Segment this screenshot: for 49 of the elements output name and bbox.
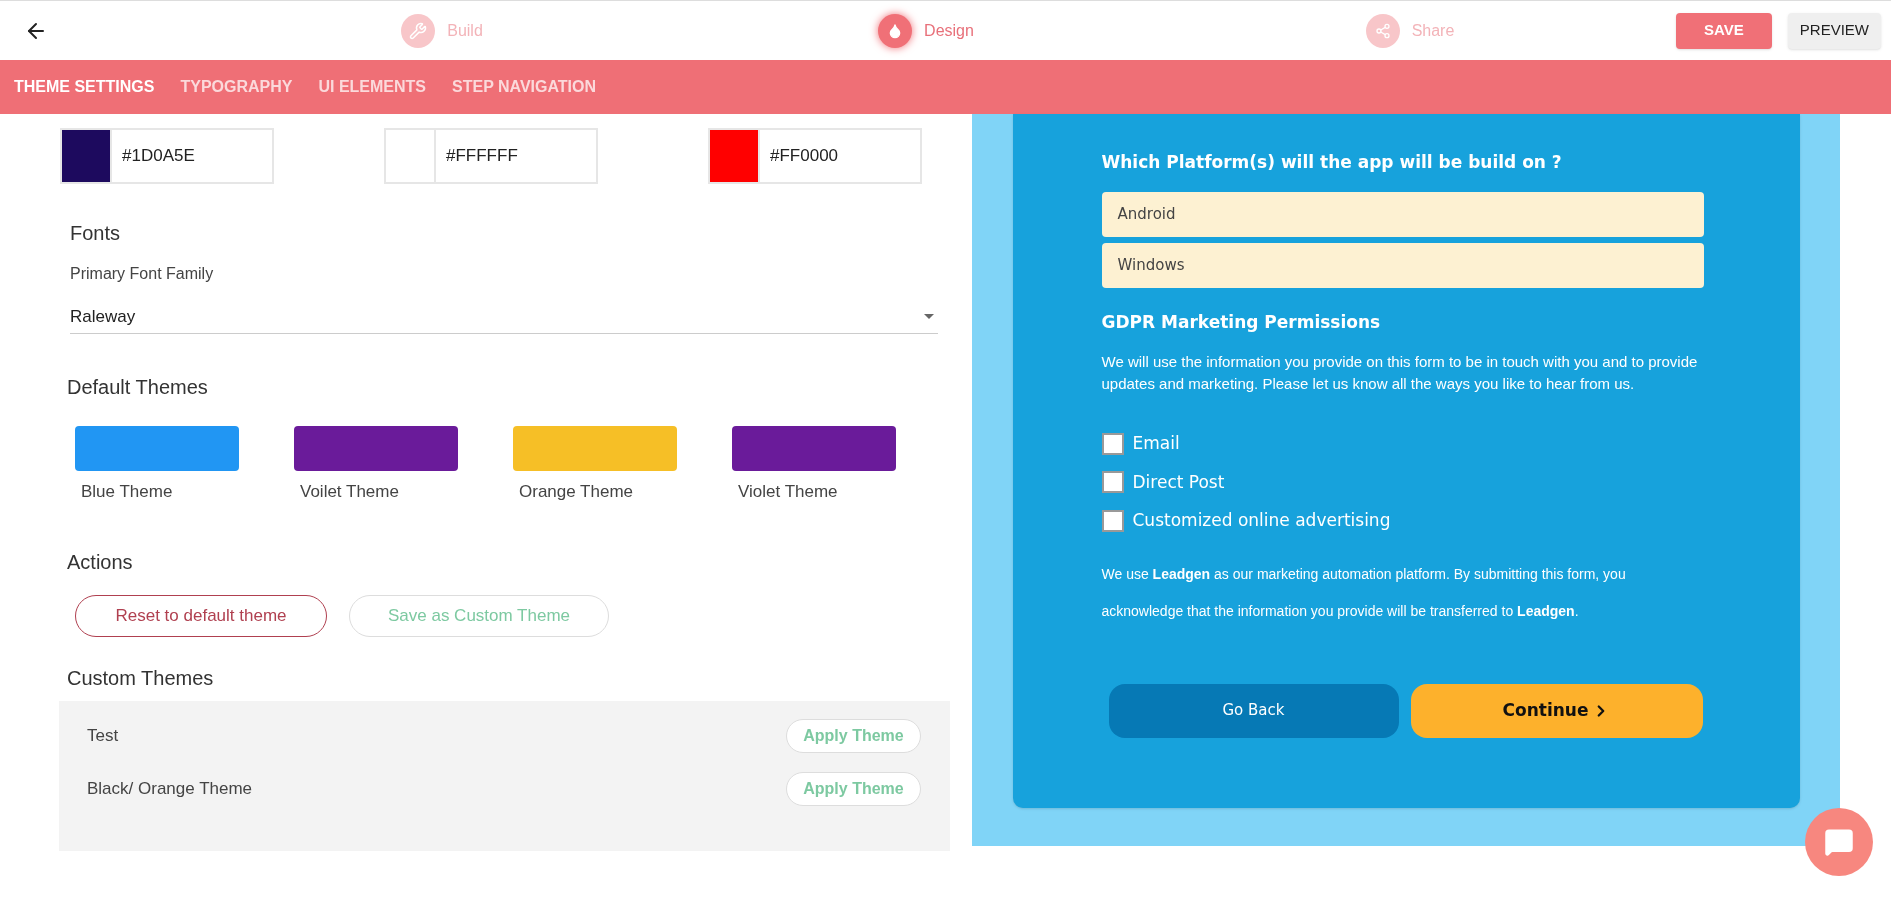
custom-theme-name: Test [87, 724, 119, 747]
font-select[interactable]: Raleway [70, 300, 938, 334]
step-tab[interactable]: Design [878, 13, 974, 48]
theme-swatch[interactable] [513, 426, 677, 471]
apply-theme-button[interactable]: Apply Theme [786, 718, 921, 753]
color-field[interactable]: #FFFFFF [384, 128, 598, 184]
save-button[interactable]: SAVE [1676, 12, 1772, 49]
preview-button[interactable]: PREVIEW [1787, 12, 1881, 49]
settings-tab[interactable]: UI ELEMENTS [318, 75, 427, 99]
color-field[interactable]: #1D0A5E [60, 128, 274, 184]
question-label: Which Platform(s) will the app will be build on ? [1101, 151, 1563, 174]
option-button[interactable]: Windows [1101, 242, 1704, 288]
gdpr-paragraph: We will use the information you provide on this form to be in touch with you and to provide updates and marketing. Please let us know all the ways you like to hear from us. [1101, 352, 1699, 394]
theme-name: Orange Theme [519, 481, 635, 503]
settings-tab[interactable]: THEME SETTINGS [14, 75, 155, 99]
theme-swatch[interactable] [294, 426, 458, 471]
checkbox[interactable] [1101, 432, 1124, 455]
settings-tab[interactable]: TYPOGRAPHY [180, 75, 293, 99]
theme-name: Blue Theme [81, 481, 174, 503]
legal-text: acknowledge that the information you provide will be transferred to Leadgen. [1101, 601, 1580, 621]
apply-theme-button[interactable]: Apply Theme [786, 771, 921, 806]
settings-tab[interactable]: STEP NAVIGATION [452, 75, 597, 99]
theme-swatch[interactable] [75, 426, 239, 471]
step-tab[interactable]: Share [1365, 13, 1455, 48]
step-tab[interactable]: Build [401, 13, 483, 48]
theme-name: Violet Theme [738, 481, 839, 503]
section-heading: Fonts [70, 221, 122, 246]
checkbox[interactable] [1101, 509, 1124, 532]
checkbox[interactable] [1101, 471, 1124, 494]
go-back-button[interactable]: Go Back [1108, 683, 1399, 738]
checkbox-label: Customized online advertising [1132, 509, 1391, 532]
section-heading: Default Themes [67, 375, 209, 400]
wrench-icon [409, 21, 428, 40]
share-icon [1374, 22, 1391, 39]
chat-icon [1824, 827, 1854, 857]
theme-name: Voilet Theme [300, 481, 400, 503]
continue-button[interactable]: Continue [1410, 683, 1703, 738]
custom-theme-name: Black/ Orange Theme [87, 777, 253, 800]
field-label: Primary Font Family [70, 264, 215, 284]
gdpr-heading: GDPR Marketing Permissions [1101, 310, 1382, 334]
checkbox-label: Email [1132, 432, 1180, 455]
option-button[interactable]: Android [1101, 191, 1704, 237]
legal-text: We use Leadgen as our marketing automation platform. By submitting this form, you [1101, 564, 1627, 584]
section-heading: Custom Themes [66, 665, 215, 691]
color-field[interactable]: #FF0000 [708, 128, 922, 184]
checkbox-label: Direct Post [1132, 470, 1225, 494]
theme-swatch[interactable] [732, 426, 896, 471]
dropdown-caret-icon [924, 314, 934, 319]
section-heading: Actions [67, 549, 134, 575]
